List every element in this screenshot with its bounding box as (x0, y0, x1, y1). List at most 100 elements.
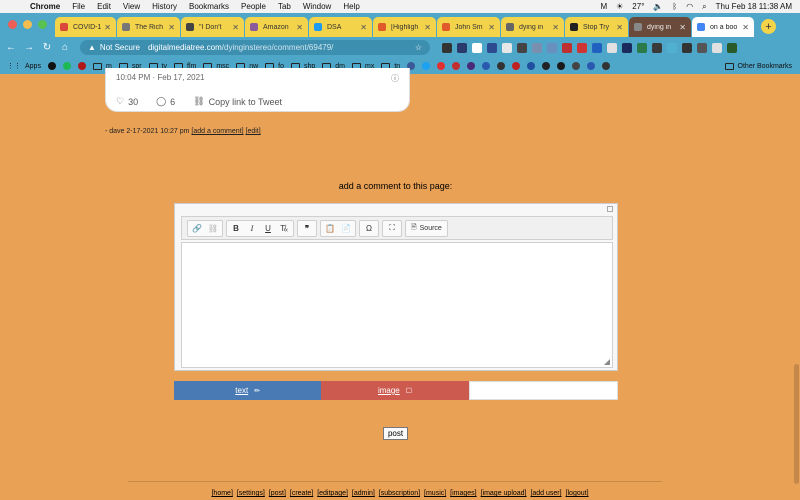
resize-grip-icon[interactable] (604, 359, 610, 365)
extension-icon[interactable] (637, 42, 647, 53)
menu-app-name[interactable]: Chrome (30, 2, 60, 11)
bookmark-icon[interactable] (467, 62, 476, 70)
footer-link-settings[interactable]: [settings] (237, 490, 265, 497)
maximize-editor-icon[interactable] (607, 206, 613, 212)
tab-text-label[interactable]: text (235, 386, 248, 395)
browser-tab[interactable]: Stop Try ✕ (565, 17, 628, 37)
extension-icon[interactable] (442, 42, 452, 53)
extension-icon[interactable] (697, 42, 707, 53)
tab-close-icon[interactable]: ✕ (616, 23, 623, 32)
extension-icon[interactable] (517, 42, 527, 53)
browser-tab[interactable]: Amazon ✕ (245, 17, 308, 37)
tab-image[interactable]: image ☐ (321, 381, 469, 400)
like-action[interactable]: ♡ 30 (116, 96, 138, 107)
footer-link-add-user[interactable]: [add user] (530, 490, 561, 497)
menu-bookmarks[interactable]: Bookmarks (189, 2, 229, 11)
scrollbar-thumb[interactable] (794, 364, 799, 484)
bookmark-icon[interactable] (572, 62, 581, 70)
malwarebytes-icon[interactable]: M (600, 2, 607, 11)
link-icon[interactable]: 🔗 (190, 222, 204, 235)
footer-link-admin[interactable]: [admin] (352, 490, 375, 497)
reply-action[interactable]: ◯ 6 (156, 96, 175, 107)
bookmark-icon[interactable] (482, 62, 491, 70)
bookmark-icon[interactable] (512, 62, 521, 70)
footer-link-create[interactable]: [create] (290, 490, 313, 497)
temperature-label[interactable]: 27° (632, 2, 644, 11)
browser-tab[interactable]: [Highligh ✕ (373, 17, 436, 37)
footer-link-image-upload[interactable]: [image upload] (481, 490, 527, 497)
extension-icon[interactable] (487, 42, 497, 53)
paste-text-icon[interactable]: 📋 (323, 222, 337, 235)
info-icon[interactable]: ⓘ (391, 73, 399, 84)
minimize-window-button[interactable] (23, 20, 32, 29)
bookmark-icon[interactable] (527, 62, 536, 70)
menu-view[interactable]: View (123, 2, 140, 11)
menu-help[interactable]: Help (343, 2, 359, 11)
extension-icon[interactable] (622, 42, 632, 53)
bookmark-icon[interactable] (557, 62, 566, 70)
browser-tab[interactable]: DSA ✕ (309, 17, 372, 37)
extension-icon[interactable] (472, 42, 482, 53)
new-tab-button[interactable]: + (761, 19, 776, 34)
other-bookmarks[interactable]: Other Bookmarks (724, 62, 800, 70)
bookmark-icon[interactable] (437, 62, 446, 70)
tab-close-icon[interactable]: ✕ (488, 23, 495, 32)
bookmark-star-icon[interactable]: ☆ (415, 43, 422, 52)
browser-tab[interactable]: The Rich ✕ (117, 17, 180, 37)
tab-image-label[interactable]: image (378, 386, 400, 395)
browser-tab[interactable]: dying in ✕ (501, 17, 564, 37)
bookmark-icon[interactable] (62, 62, 71, 70)
menu-people[interactable]: People (241, 2, 266, 11)
tab-close-icon[interactable]: ✕ (168, 23, 175, 32)
browser-tab-active[interactable]: on a boo ✕ (692, 17, 754, 37)
bookmark-icon[interactable] (587, 62, 596, 70)
add-comment-link[interactable]: [add a comment] (191, 128, 243, 135)
extension-icon[interactable] (592, 42, 602, 53)
remove-format-icon[interactable]: T̸ₓ (277, 222, 291, 235)
footer-link-post[interactable]: [post] (269, 490, 286, 497)
footer-link-music[interactable]: [music] (424, 490, 446, 497)
paste-word-icon[interactable]: 📄 (339, 222, 353, 235)
tab-close-icon[interactable]: ✕ (104, 23, 111, 32)
menu-edit[interactable]: Edit (97, 2, 111, 11)
maximize-window-button[interactable] (38, 20, 47, 29)
tab-close-icon[interactable]: ✕ (360, 23, 367, 32)
footer-link-logout[interactable]: [logout] (566, 490, 589, 497)
bookmark-icon[interactable] (497, 62, 506, 70)
unlink-icon[interactable]: ⛓ (206, 222, 220, 235)
bookmark-icon[interactable] (422, 62, 431, 70)
post-button[interactable]: post (383, 427, 408, 440)
bookmark-icon[interactable] (77, 62, 86, 70)
footer-link-editpage[interactable]: [editpage] (317, 490, 348, 497)
bookmark-icon[interactable] (542, 62, 551, 70)
bold-icon[interactable]: B (229, 222, 243, 235)
page-scrollbar[interactable] (792, 74, 800, 500)
close-window-button[interactable] (8, 20, 17, 29)
extension-icon[interactable] (667, 42, 677, 53)
extension-icon[interactable] (577, 42, 587, 53)
profile-avatar[interactable] (727, 42, 737, 53)
tab-close-icon[interactable]: ✕ (424, 23, 431, 32)
bookmark-apps[interactable]: ⋮⋮ Apps (7, 62, 41, 71)
menu-window[interactable]: Window (303, 2, 331, 11)
footer-link-home[interactable]: [home] (211, 490, 232, 497)
edit-link[interactable]: [edit] (246, 128, 261, 135)
extension-icon[interactable] (607, 42, 617, 53)
tab-text[interactable]: text ✏ (174, 381, 322, 400)
tab-close-icon[interactable]: ✕ (296, 23, 303, 32)
datetime-label[interactable]: Thu Feb 18 11:38 AM (716, 2, 792, 11)
tab-close-icon[interactable]: ✕ (552, 23, 559, 32)
browser-tab[interactable]: John Sm ✕ (437, 17, 500, 37)
security-status[interactable]: Not Secure (100, 43, 140, 52)
source-button[interactable]: 🗎 Source (408, 222, 445, 235)
tab-close-icon[interactable]: ✕ (232, 23, 239, 32)
extension-icon[interactable] (457, 42, 467, 53)
extension-icon[interactable] (532, 42, 542, 53)
extension-icon[interactable] (682, 42, 692, 53)
bookmark-icon[interactable] (452, 62, 461, 70)
address-bar[interactable]: ▲ Not Secure digitalmediatree.com /dying… (80, 40, 430, 55)
copy-link-action[interactable]: ⛓ Copy link to Tweet (193, 96, 282, 107)
bookmark-icon[interactable] (602, 62, 611, 70)
extension-icon[interactable] (547, 42, 557, 53)
underline-icon[interactable]: U (261, 222, 275, 235)
